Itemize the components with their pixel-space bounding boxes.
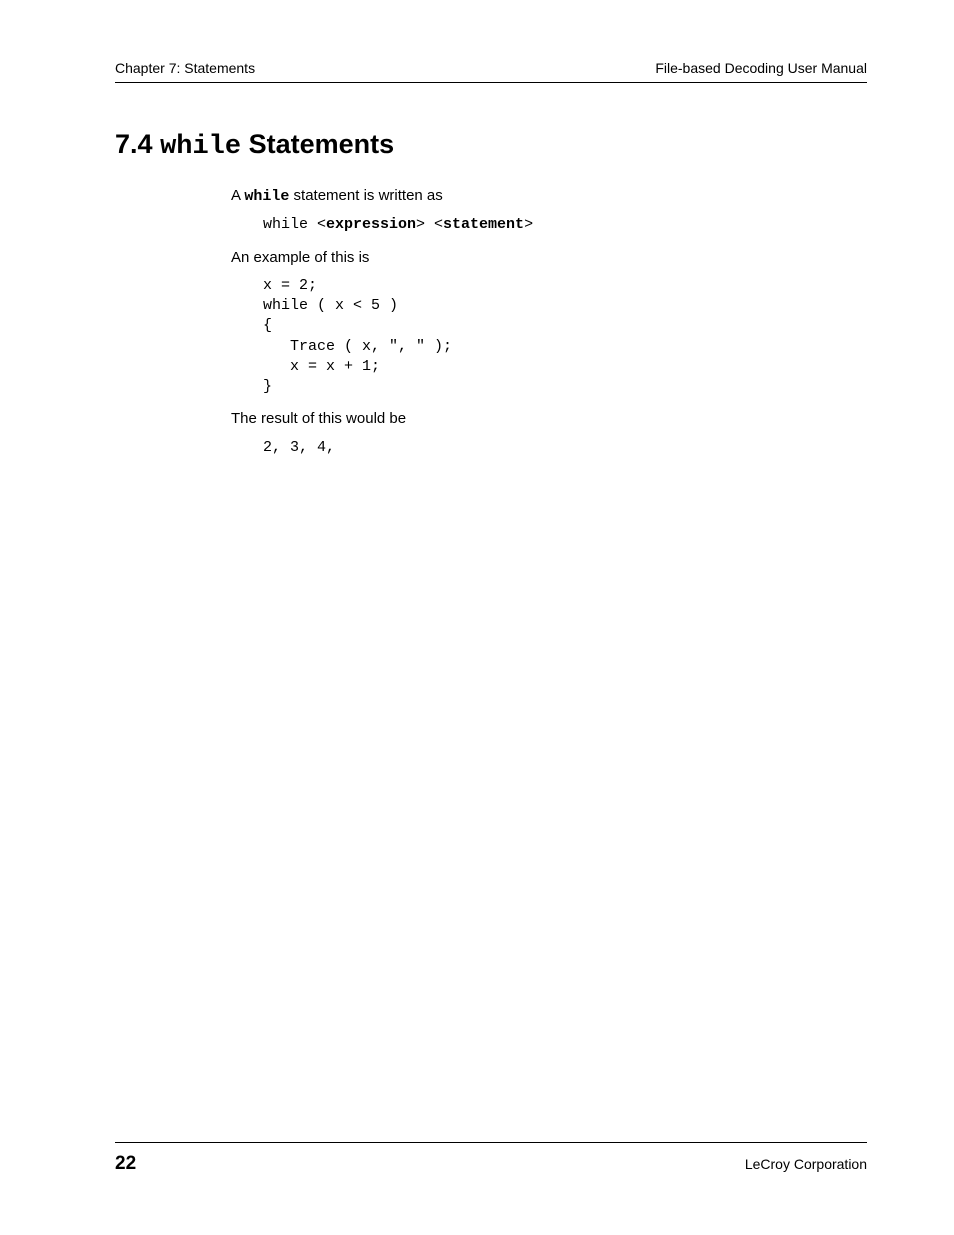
header-rule (115, 82, 867, 83)
section-heading: 7.4 while Statements (115, 129, 867, 162)
syntax-prefix: while < (263, 216, 326, 233)
page-number: 22 (115, 1153, 136, 1175)
footer-rule (115, 1142, 867, 1143)
code-example: x = 2; while ( x < 5 ) { Trace ( x, ", "… (263, 276, 867, 398)
syntax-line: while <expression> <statement> (263, 215, 867, 235)
header-left: Chapter 7: Statements (115, 60, 255, 76)
header-right: File-based Decoding User Manual (655, 60, 867, 76)
example-intro: An example of this is (231, 248, 867, 268)
p1-keyword: while (244, 188, 289, 205)
syntax-end: > (524, 216, 533, 233)
section-suffix: Statements (241, 129, 394, 159)
footer-org: LeCroy Corporation (745, 1156, 867, 1172)
intro-paragraph: A while statement is written as (231, 186, 867, 207)
syntax-mid: > < (416, 216, 443, 233)
p1-prefix: A (231, 187, 244, 204)
page-header: Chapter 7: Statements File-based Decodin… (115, 60, 867, 82)
result-output: 2, 3, 4, (263, 438, 867, 458)
result-intro: The result of this would be (231, 409, 867, 429)
syntax-statement: statement (443, 216, 524, 233)
body-content: A while statement is written as while <e… (231, 186, 867, 458)
page-footer: 22 LeCroy Corporation (115, 1142, 867, 1175)
section-keyword: while (160, 132, 241, 162)
section-number: 7.4 (115, 129, 153, 159)
p1-suffix: statement is written as (289, 187, 442, 204)
syntax-expression: expression (326, 216, 416, 233)
